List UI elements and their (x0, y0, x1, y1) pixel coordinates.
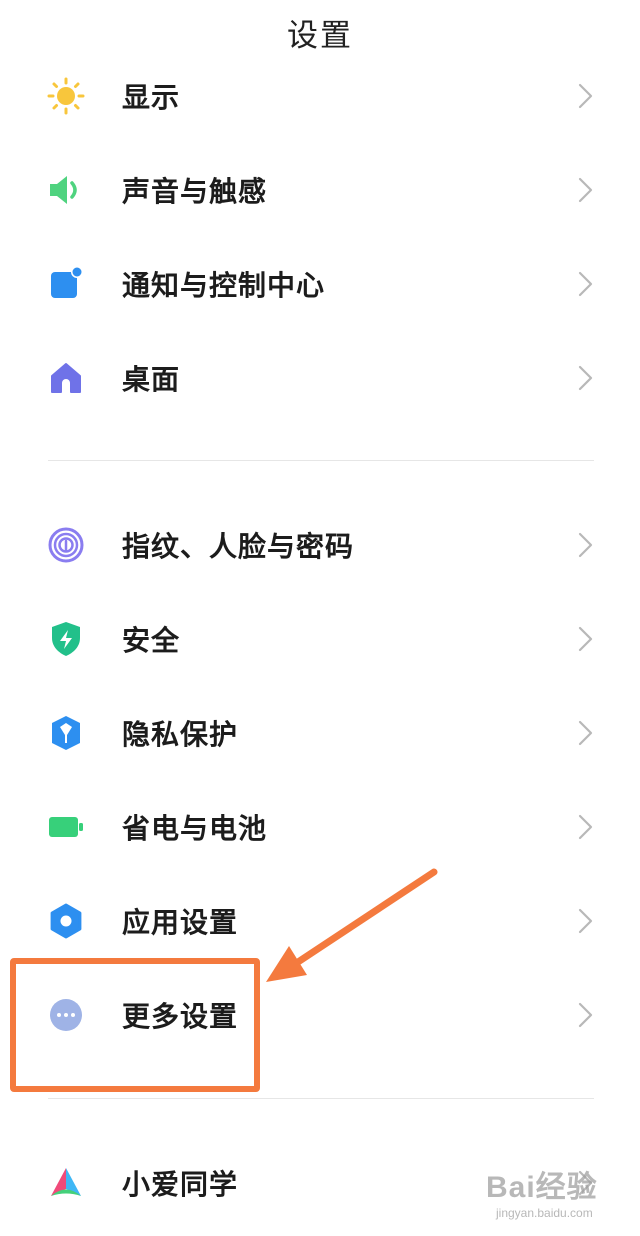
gear-icon (46, 901, 86, 941)
settings-item-fingerprint[interactable]: 指纹、人脸与密码 (0, 498, 640, 592)
section-divider (48, 1098, 594, 1099)
settings-item-app-settings[interactable]: 应用设置 (0, 874, 640, 968)
settings-item-label: 隐私保护 (122, 718, 239, 751)
privacy-icon (46, 713, 86, 753)
fingerprint-icon (46, 525, 86, 565)
notification-icon (46, 264, 86, 304)
speaker-icon (46, 170, 86, 210)
chevron-right-icon (578, 1002, 593, 1028)
settings-item-label: 桌面 (122, 363, 181, 396)
settings-item-notifications[interactable]: 通知与控制中心 (0, 237, 640, 331)
settings-item-desktop[interactable]: 桌面 (0, 331, 640, 425)
settings-item-display[interactable]: 显示 (0, 49, 640, 143)
chevron-right-icon (578, 177, 593, 203)
settings-item-privacy[interactable]: 隐私保护 (0, 686, 640, 780)
chevron-right-icon (578, 271, 593, 297)
settings-item-security[interactable]: 安全 (0, 592, 640, 686)
watermark-url: jingyan.baidu.com (496, 1206, 593, 1220)
chevron-right-icon (578, 814, 593, 840)
sun-icon (46, 76, 86, 116)
settings-item-label: 通知与控制中心 (122, 269, 326, 302)
settings-item-label: 显示 (122, 81, 181, 114)
settings-item-label: 省电与电池 (122, 812, 268, 845)
chevron-right-icon (578, 83, 593, 109)
watermark: Bai经验 jingyan.baidu.com (478, 1158, 618, 1228)
chevron-right-icon (578, 908, 593, 934)
settings-item-label: 应用设置 (122, 906, 239, 939)
shield-icon (46, 619, 86, 659)
settings-item-label: 小爱同学 (122, 1168, 239, 1201)
assistant-icon (46, 1163, 86, 1203)
battery-icon (46, 807, 86, 847)
watermark-logo: Bai经验 (486, 1171, 598, 1204)
chevron-right-icon (578, 365, 593, 391)
settings-item-sound[interactable]: 声音与触感 (0, 143, 640, 237)
highlight-box (10, 958, 260, 1092)
section-divider (48, 460, 594, 461)
settings-item-label: 安全 (122, 624, 181, 657)
settings-item-label: 声音与触感 (122, 175, 268, 208)
chevron-right-icon (578, 626, 593, 652)
home-icon (46, 358, 86, 398)
settings-item-label: 指纹、人脸与密码 (122, 530, 355, 563)
settings-item-battery[interactable]: 省电与电池 (0, 780, 640, 874)
chevron-right-icon (578, 532, 593, 558)
chevron-right-icon (578, 720, 593, 746)
